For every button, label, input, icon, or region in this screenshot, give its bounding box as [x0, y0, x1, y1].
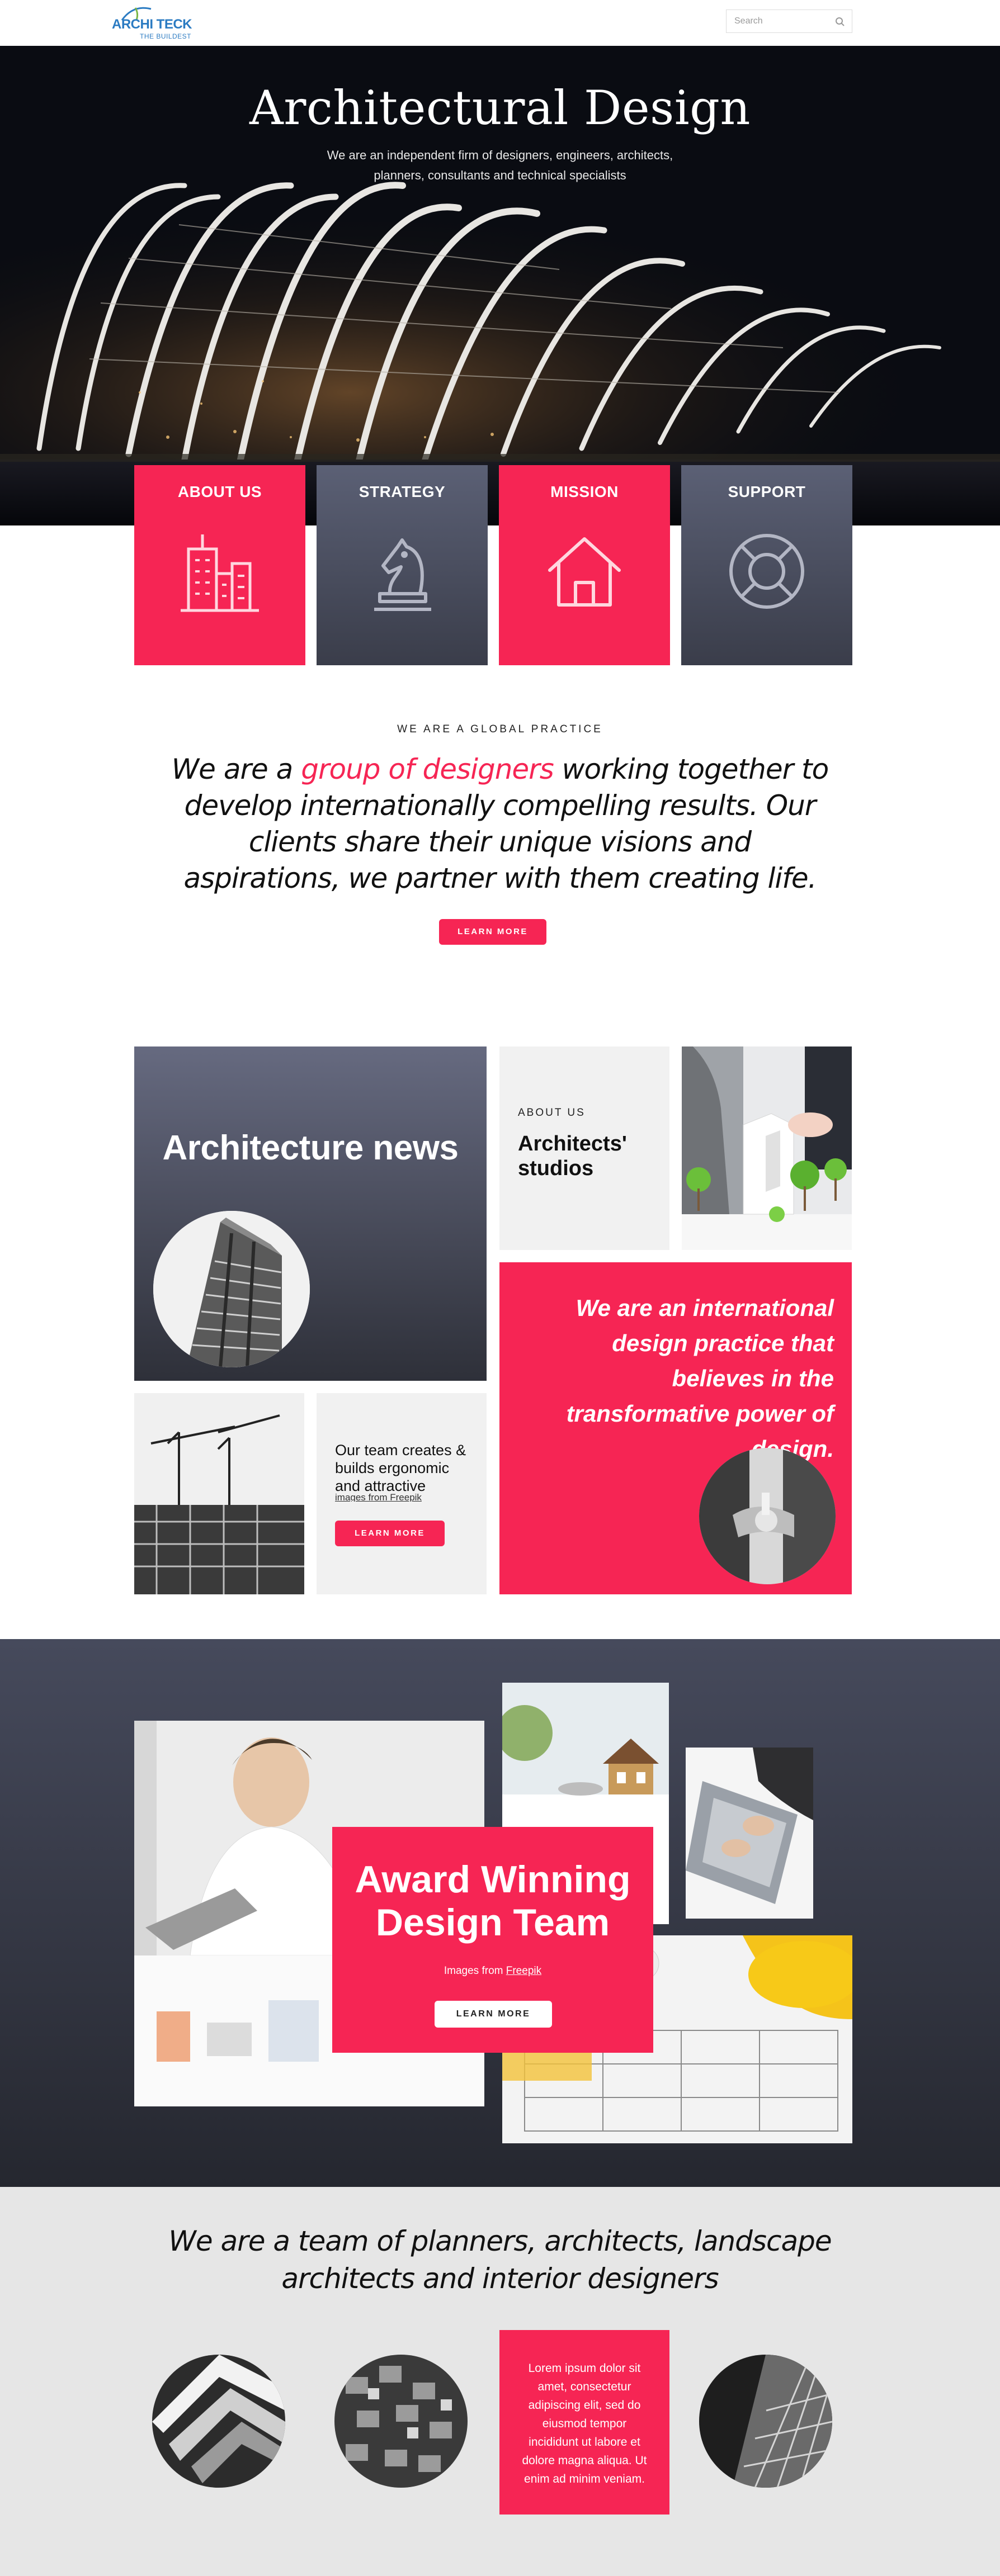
handshake-image	[699, 1448, 836, 1584]
team-card: Our team creates & builds ergonomic and …	[317, 1393, 487, 1594]
team-overflow-text: images from Freepik	[335, 1494, 422, 1502]
freepik-link[interactable]: Freepik	[506, 1965, 541, 1977]
skyscraper-image	[153, 1211, 310, 1367]
international-text: We are an international design practice …	[566, 1295, 834, 1462]
building-facade-image	[334, 2355, 468, 2488]
building-corner-image-2	[699, 2355, 832, 2488]
news-card[interactable]: Architecture news	[134, 1046, 487, 1381]
lorem-card: Lorem ipsum dolor sit amet, consectetur …	[499, 2330, 669, 2515]
card-label: SUPPORT	[728, 483, 806, 500]
team-text: Our team creates & builds ergonomic and …	[335, 1442, 466, 1494]
building-icon	[181, 534, 259, 612]
award-box: Award Winning Design Team Images from Fr…	[332, 1827, 653, 2053]
learn-more-button[interactable]: LEARN MORE	[335, 1521, 445, 1546]
statement-highlight: group of designers	[301, 753, 554, 785]
search-icon[interactable]	[835, 17, 845, 27]
card-label: STRATEGY	[359, 483, 446, 500]
house-icon	[548, 537, 621, 607]
construction-photo	[134, 1393, 304, 1594]
award-credit: Images from Freepik	[332, 1965, 653, 1977]
studio-kicker: ABOUT US	[518, 1107, 586, 1119]
card-label: MISSION	[550, 483, 619, 500]
studio-title: Architects' studios	[518, 1132, 627, 1180]
practice-kicker: WE ARE A GLOBAL PRACTICE	[397, 723, 603, 735]
laptop-photo	[686, 1748, 813, 1919]
logo-tagline: THE BUILDEST	[140, 32, 192, 40]
site-header: ARCHI TECK THE BUILDEST	[0, 0, 1000, 46]
lorem-text: Lorem ipsum dolor sit amet, consectetur …	[522, 2362, 647, 2485]
card-support[interactable]: SUPPORT	[681, 465, 852, 665]
hero-subtitle: We are an independent firm of designers,…	[327, 148, 673, 182]
card-strategy[interactable]: STRATEGY	[317, 465, 488, 665]
practice-statement: We are a group of designers working toge…	[168, 751, 832, 897]
international-card: We are an international design practice …	[499, 1262, 852, 1594]
learn-more-button[interactable]: LEARN MORE	[435, 2001, 552, 2028]
card-about-us[interactable]: ABOUT US	[134, 465, 305, 665]
award-title: Award Winning Design Team	[355, 1858, 631, 1944]
hero-title: Architectural Design	[249, 80, 751, 135]
search-input[interactable]	[727, 10, 827, 32]
card-mission[interactable]: MISSION	[499, 465, 670, 665]
card-label: ABOUT US	[177, 483, 262, 500]
statement-text: We are a	[171, 753, 301, 785]
hero-section: Architectural Design We are an independe…	[0, 46, 1000, 525]
building-corner-image-1	[152, 2355, 285, 2488]
search-box[interactable]	[726, 10, 852, 33]
learn-more-button[interactable]: LEARN MORE	[439, 919, 546, 945]
credit-text: Images from	[444, 1965, 506, 1977]
studio-card[interactable]: ABOUT US Architects' studios	[499, 1046, 669, 1250]
lifebuoy-icon	[729, 534, 804, 609]
chess-knight-icon	[374, 538, 431, 611]
logo[interactable]: ARCHI TECK THE BUILDEST	[111, 6, 200, 41]
news-title: Architecture news	[162, 1129, 459, 1167]
team-heading: We are a team of planners, architects, l…	[168, 2225, 832, 2295]
logo-text: ARCHI TECK	[112, 17, 192, 32]
model-photo	[682, 1046, 852, 1250]
